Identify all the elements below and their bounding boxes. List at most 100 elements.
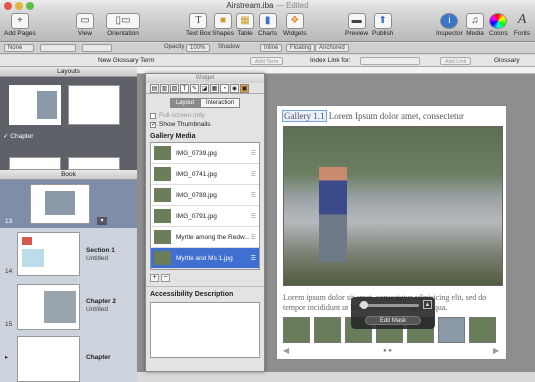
layout-thumbnail[interactable] [68,157,120,170]
stroke-select[interactable] [82,44,112,52]
drag-handle-icon[interactable]: ☰ [251,150,256,157]
drag-handle-icon[interactable]: ☰ [251,171,256,178]
document-icon[interactable]: ▤ [150,84,159,93]
layout-image [37,91,57,119]
media-thumbnail [154,251,171,265]
media-thumbnail [154,146,171,160]
drag-handle-icon[interactable]: ☰ [251,213,256,220]
charts-button[interactable]: ▮ Charts [258,12,277,37]
list-item[interactable]: IMG_0741.jpg ☰ [151,164,259,185]
previous-arrow-icon[interactable]: ◀ [283,346,289,355]
accessibility-description-field[interactable] [150,302,260,358]
page-thumbnail[interactable] [17,284,80,330]
gallery-thumbnail[interactable] [314,317,341,343]
gallery-main-image[interactable] [283,126,503,286]
index-link-select[interactable] [360,57,420,65]
drag-handle-icon[interactable]: ☰ [251,234,256,241]
inline-button[interactable]: Inline [260,44,283,52]
preview-button[interactable]: ▬ Preview [345,12,368,37]
metrics-icon[interactable]: ◪ [200,84,209,93]
layout-thumbnail[interactable] [68,85,120,125]
drag-handle-icon[interactable]: ☰ [251,255,256,262]
gallery-thumbnail[interactable] [283,317,310,343]
media-button[interactable]: ♫ Media [466,12,484,37]
orientation-icon: ▯▭ [106,13,140,29]
chart-icon[interactable]: ◔ [220,84,229,93]
close-icon[interactable] [4,2,12,10]
checkbox[interactable] [150,112,156,119]
shadow-checkbox[interactable]: Shadow [218,44,240,50]
color-wheel-icon [489,13,508,29]
table-button[interactable]: ▦ Table [236,12,254,37]
edit-mask-button[interactable]: Edit Mask [365,316,421,325]
link-icon[interactable]: ◉ [230,84,239,93]
list-item[interactable]: IMG_0739.jpg ☰ [151,143,259,164]
fill-select[interactable] [40,44,76,52]
full-screen-only-option[interactable]: Full-screen only [146,111,264,120]
list-item-selected[interactable]: Myrtle and Ms 1.jpg ☰ [151,248,259,269]
graphic-icon[interactable]: ✎ [190,84,199,93]
scale-slider[interactable] [359,304,419,307]
anchored-button[interactable]: Anchored [315,44,349,52]
chevron-down-icon[interactable]: ▾ [97,217,107,225]
view-button[interactable]: ▭ View [76,12,94,37]
add-media-button[interactable]: + [150,274,159,282]
floating-button[interactable]: Floating [286,44,316,52]
add-pages-button[interactable]: + Add Pages [4,12,36,37]
remove-media-button[interactable]: − [161,274,170,282]
widget-tabs: Layout Interaction [146,98,264,108]
page-title: Section 1 [86,247,115,254]
checkbox-checked[interactable]: ✓ [150,121,156,128]
orientation-button[interactable]: ▯▭ Orientation [106,12,140,37]
wrap-icon[interactable]: ▧ [170,84,179,93]
caption-title: Lorem Ipsum dolor amet, consectetur [328,111,464,121]
fonts-button[interactable]: A Fonts [513,12,531,38]
book-pages-list[interactable]: 13 ▾ 14 Section 1 Untitled 15 Chapter 2 … [0,180,137,382]
text-icon[interactable]: T [180,84,189,93]
layout-thumbnail-chapter[interactable] [9,85,61,125]
gallery-media-list[interactable]: IMG_0739.jpg ☰ IMG_0741.jpg ☰ IMG_0789.jpg… [150,142,260,270]
gallery-title[interactable]: Gallery 1.1 Lorem Ipsum dolor amet, cons… [282,110,464,122]
layout-thumbnail[interactable] [9,157,61,170]
page-thumbnail[interactable] [17,232,80,276]
plus-icon: + [10,13,29,29]
glossary-button[interactable]: Glossary [494,55,520,67]
accessibility-label: Accessibility Description [146,286,264,300]
image-icon: ▲ [423,300,432,309]
tab-interaction[interactable]: Interaction [199,98,241,108]
page-title: Chapter [86,354,111,361]
toolbar: + Add Pages ▭ View ▯▭ Orientation T Text Box… [0,12,535,42]
style-select[interactable]: None [4,44,34,52]
slider-knob[interactable] [360,301,368,309]
next-arrow-icon[interactable]: ▶ [493,346,499,355]
widget-icon[interactable]: ▣ [240,84,249,93]
layout-icon[interactable]: ▥ [160,84,169,93]
gallery-thumbnail[interactable] [438,317,465,343]
disclosure-triangle-icon[interactable]: ▸ [5,353,8,361]
list-item[interactable]: IMG_0789.jpg ☰ [151,185,259,206]
layout-chapter-label: Chapter [10,133,34,140]
page-thumbnail[interactable] [30,184,90,224]
minimize-icon[interactable] [15,2,23,10]
photo-subject [319,167,347,262]
shapes-button[interactable]: ■ Shapes [212,12,234,37]
widgets-button[interactable]: ❖ Widgets [283,12,306,37]
opacity-field[interactable]: 100% [186,44,210,52]
page-thumbnail[interactable] [17,336,80,382]
drag-handle-icon[interactable]: ☰ [251,192,256,199]
zoom-icon[interactable] [26,2,34,10]
text-box-button[interactable]: T Text Box [186,12,211,37]
publish-button[interactable]: ⬆ Publish [372,12,393,37]
list-item[interactable]: Myrtle among the Redw... ☰ [151,227,259,248]
add-link-button[interactable]: Add Link [440,57,472,65]
table-icon[interactable]: ▦ [210,84,219,93]
panel-title: Widget [146,74,264,83]
tab-layout[interactable]: Layout [169,98,200,108]
list-item[interactable]: IMG_0791.jpg ☰ [151,206,259,227]
window-controls[interactable] [4,2,34,10]
add-term-button[interactable]: Add Term [250,57,284,65]
show-thumbnails-option[interactable]: ✓ Show Thumbnails [146,120,264,129]
gallery-thumbnail[interactable] [469,317,496,343]
inspector-button[interactable]: i Inspector [436,12,463,37]
colors-button[interactable]: Colors [489,12,508,37]
